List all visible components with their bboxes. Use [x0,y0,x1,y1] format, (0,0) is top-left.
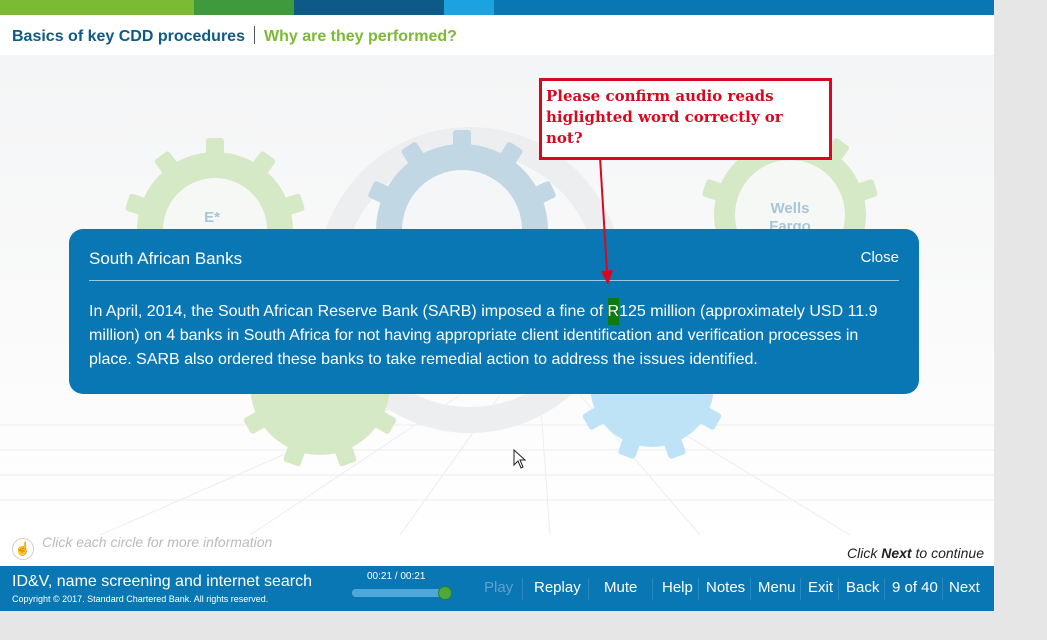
slider-thumb[interactable] [438,586,452,600]
gear-tooth [206,138,224,158]
gear-label-1[interactable]: E* [190,209,234,226]
page-title: Basics of key CDD procedures [12,28,245,45]
review-annotation: Please confirm audio reads higlighted wo… [539,78,832,160]
dialog-text-before: In April, 2014, the South African Reserv… [89,303,608,320]
title-divider [253,26,255,44]
info-dialog: South African Banks Close In April, 2014… [69,229,919,394]
continue-next-word: Next [881,545,912,561]
page-indicator: 9 of 40 [892,579,938,596]
top-color-bar [0,0,994,15]
breadcrumb: Basics of key CDD procedures Why are they… [12,26,457,46]
player-footer: ID&V, name screening and internet search… [0,566,994,611]
hint-text: Click each circle for more information [42,534,273,550]
nav-separator [522,578,523,600]
page-subtitle: Why are they performed? [263,28,457,45]
progress-fill [352,589,444,597]
window-margin [994,0,1047,640]
back-button[interactable]: Back [846,579,879,596]
gear-tooth [453,130,471,150]
course-title: ID&V, name screening and internet search [12,573,313,590]
nav-separator [750,578,751,600]
copyright-text: Copyright © 2017. Standard Chartered Ban… [12,594,269,604]
continue-suffix: to continue [911,545,984,561]
nav-separator [652,578,653,600]
audio-progress-slider[interactable] [352,586,452,600]
close-button[interactable]: Close [861,249,899,266]
time-readout: 00:21 / 00:21 [367,571,426,582]
play-button[interactable]: Play [484,579,513,596]
nav-separator [838,578,839,600]
instruction-hint: ☝ Click each circle for more information [12,534,272,560]
exit-button[interactable]: Exit [808,579,833,596]
dialog-divider [89,280,899,281]
bottom-strip [0,611,994,640]
mouse-cursor-icon [513,449,527,469]
course-stage: Basics of key CDD procedures Why are they… [0,0,994,640]
help-button[interactable]: Help [662,579,693,596]
continue-prefix: Click [847,545,882,561]
next-button[interactable]: Next [949,579,980,596]
nav-separator [884,578,885,600]
hand-pointer-icon: ☝ [12,538,34,560]
mute-button[interactable]: Mute [604,579,637,596]
nav-separator [942,578,943,600]
dialog-title: South African Banks [89,249,243,268]
menu-button[interactable]: Menu [758,579,796,596]
nav-separator [698,578,699,600]
replay-button[interactable]: Replay [534,579,581,596]
nav-separator [588,578,589,600]
nav-separator [800,578,801,600]
annotation-text: Please confirm audio reads higlighted wo… [546,87,783,147]
highlighted-word: R [607,298,620,325]
dialog-body: In April, 2014, the South African Reserv… [89,298,893,372]
continue-prompt: Click Next to continue [847,545,984,561]
notes-button[interactable]: Notes [706,579,745,596]
